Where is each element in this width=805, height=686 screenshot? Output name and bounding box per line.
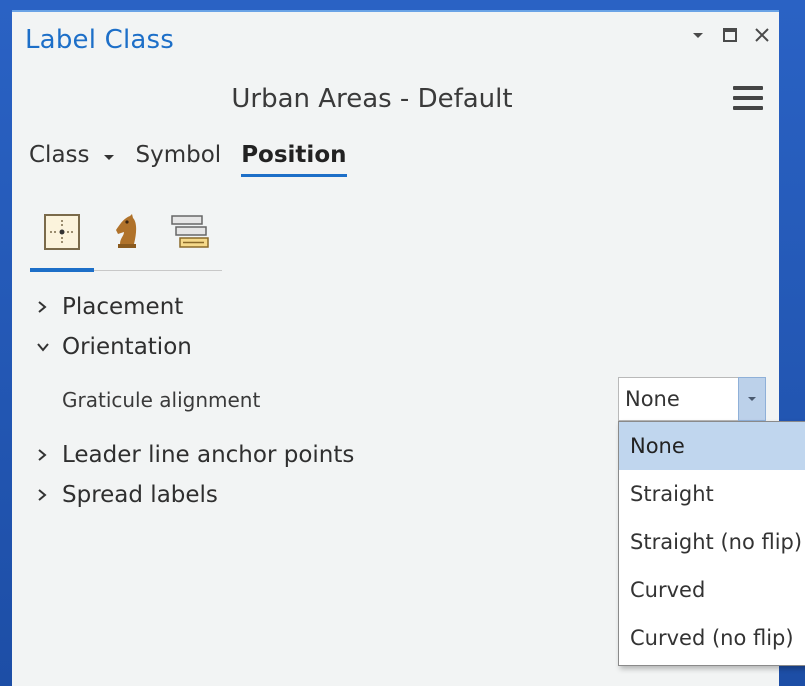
tab-symbol[interactable]: Symbol xyxy=(136,142,222,174)
window-controls xyxy=(689,26,771,44)
graticule-alignment-label: Graticule alignment xyxy=(62,388,261,412)
position-subtabs xyxy=(30,204,222,272)
dropdown-option-straight-no-flip[interactable]: Straight (no flip) xyxy=(619,518,805,566)
dropdown-option-none[interactable]: None xyxy=(619,422,805,470)
tab-class-label: Class xyxy=(29,142,90,168)
chevron-right-icon xyxy=(36,488,54,502)
tab-position-label: Position xyxy=(241,142,347,168)
graticule-alignment-dropdown: None Straight Straight (no flip) Curved … xyxy=(618,421,805,666)
subtab-active-indicator xyxy=(30,268,94,272)
graticule-alignment-select[interactable]: None xyxy=(618,377,766,421)
tab-position[interactable]: Position xyxy=(241,142,347,177)
dropdown-option-straight[interactable]: Straight xyxy=(619,470,805,518)
pane-title: Label Class xyxy=(25,25,175,55)
tab-class[interactable]: Class xyxy=(29,142,116,174)
chevron-right-icon xyxy=(36,300,54,314)
text-stack-icon[interactable] xyxy=(158,204,222,260)
section-orientation[interactable]: Orientation xyxy=(36,334,192,360)
tab-bar: Class Symbol Position xyxy=(29,142,367,182)
chess-knight-icon[interactable] xyxy=(94,204,158,260)
chevron-right-icon xyxy=(36,448,54,462)
tab-symbol-label: Symbol xyxy=(135,142,222,168)
hamburger-menu-icon[interactable] xyxy=(733,86,763,114)
maximize-icon[interactable] xyxy=(721,26,739,44)
graticule-alignment-value: None xyxy=(625,387,680,411)
section-leader-line-anchor-points[interactable]: Leader line anchor points xyxy=(36,442,354,468)
section-spread-label: Spread labels xyxy=(62,482,218,508)
dropdown-caret-icon[interactable] xyxy=(689,26,707,44)
dropdown-option-curved[interactable]: Curved xyxy=(619,566,805,614)
section-spread-labels[interactable]: Spread labels xyxy=(36,482,218,508)
close-icon[interactable] xyxy=(753,26,771,44)
placement-position-icon[interactable] xyxy=(30,204,94,260)
section-leader-label: Leader line anchor points xyxy=(62,442,355,468)
dropdown-arrow-icon[interactable] xyxy=(738,377,766,421)
chevron-down-icon xyxy=(103,154,114,160)
section-orientation-label: Orientation xyxy=(62,334,192,360)
section-placement[interactable]: Placement xyxy=(36,294,183,320)
section-placement-label: Placement xyxy=(62,294,184,320)
layer-title: Urban Areas - Default xyxy=(231,84,513,114)
chevron-down-icon xyxy=(36,341,54,353)
dropdown-option-curved-no-flip[interactable]: Curved (no flip) xyxy=(619,614,805,662)
